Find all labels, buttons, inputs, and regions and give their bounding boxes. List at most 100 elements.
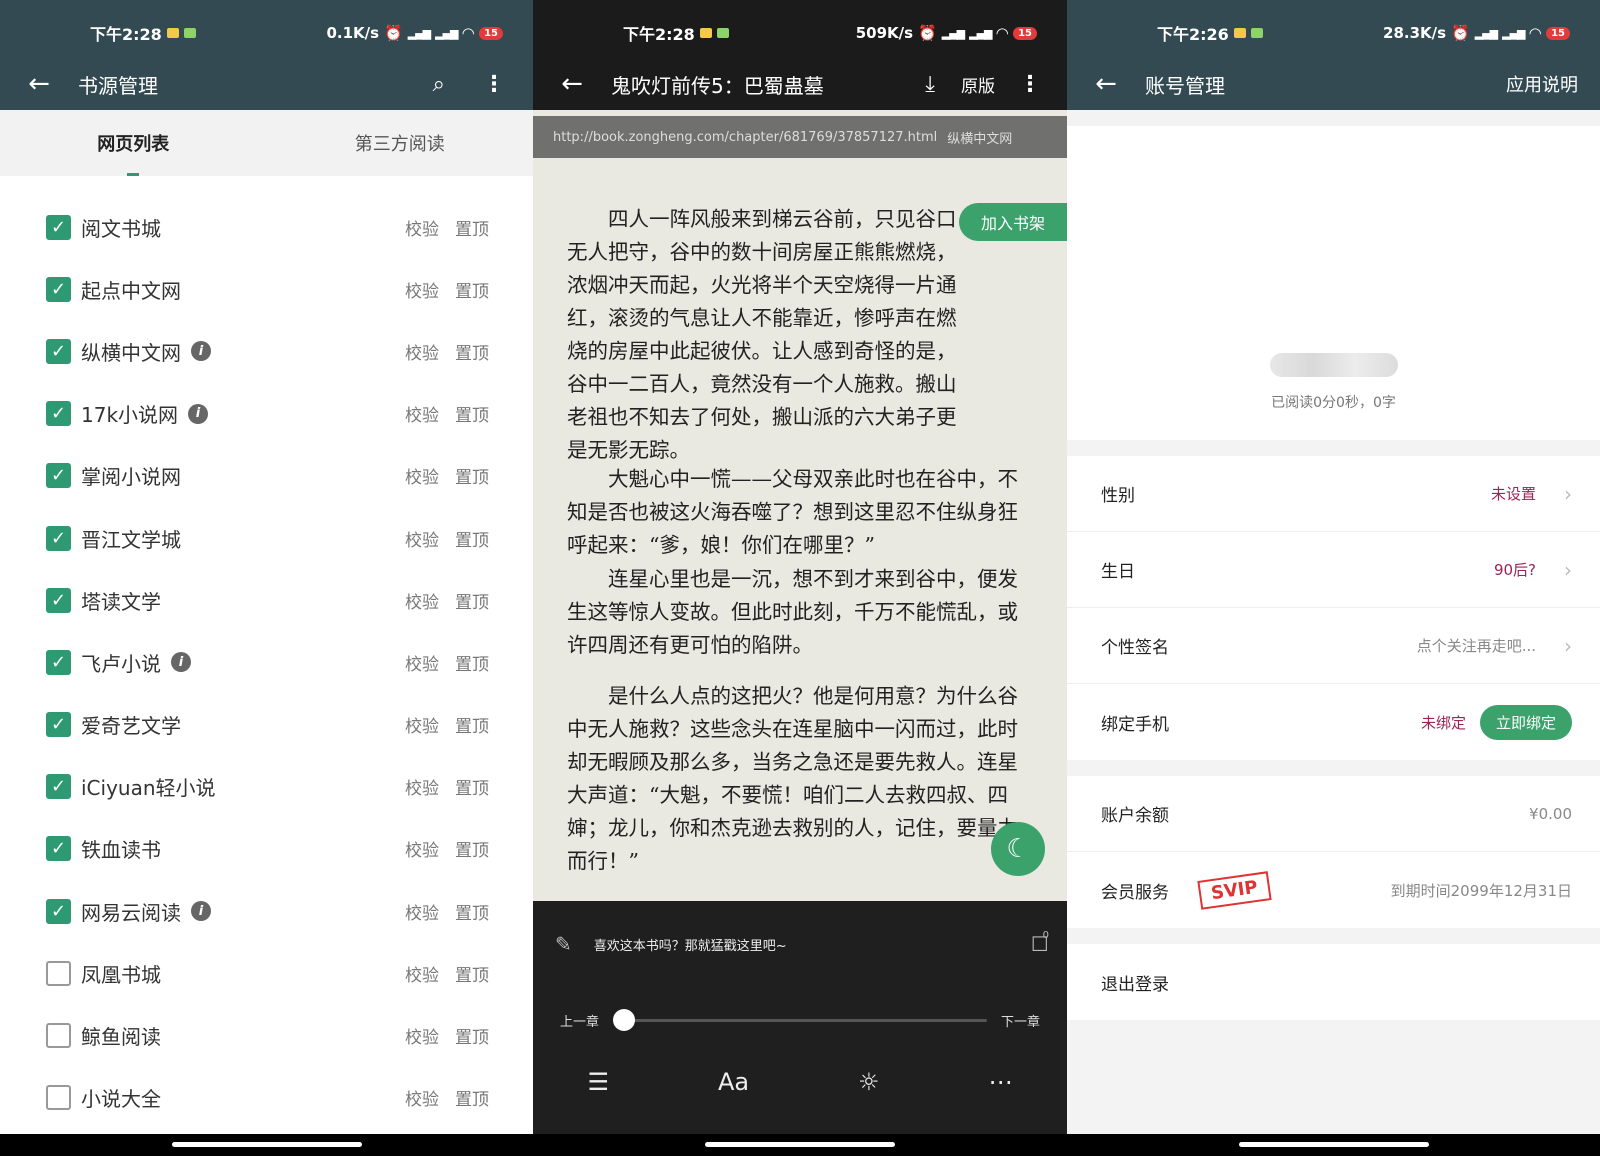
chapter-url[interactable]: http://book.zongheng.com/chapter/681769/… [553,130,937,145]
pin-button[interactable]: 置顶 [455,588,489,613]
birthday-row[interactable]: 生日 90后? › [1067,532,1600,608]
pin-button[interactable]: 置顶 [455,836,489,861]
bind-phone-button[interactable]: 立即绑定 [1479,704,1572,740]
source-actions: 校验 置顶 [405,277,489,302]
gender-row[interactable]: 性别 未设置 › [1067,456,1600,532]
home-indicator[interactable] [171,1142,362,1147]
source-row[interactable]: 凤凰书城 校验 置顶 [0,942,533,1004]
source-row[interactable]: ✓ 17k小说网 i 校验 置顶 [0,383,533,445]
source-row[interactable]: ✓ 纵横中文网 i 校验 置顶 [0,320,533,382]
checkbox-checked-icon[interactable]: ✓ [46,338,71,364]
info-icon[interactable]: i [171,652,191,673]
verify-button[interactable]: 校验 [405,401,439,426]
source-row[interactable]: ✓ 爱奇艺文学 校验 置顶 [0,694,533,756]
gesture-bar [0,1134,533,1156]
progress-slider[interactable] [613,1008,987,1031]
font-settings-button[interactable]: Aa [718,1068,749,1096]
prev-chapter-button[interactable]: 上一章 [560,1011,599,1030]
checkbox-checked-icon[interactable]: ✓ [46,898,71,924]
source-row[interactable]: ✓ 阅文书城 校验 置顶 [0,196,533,258]
verify-button[interactable]: 校验 [405,899,439,924]
checkbox-checked-icon[interactable]: ✓ [46,276,71,302]
verify-button[interactable]: 校验 [405,712,439,737]
catalog-icon[interactable]: ☰ [587,1068,609,1096]
slider-knob[interactable] [613,1008,636,1031]
verify-button[interactable]: 校验 [405,774,439,799]
pin-button[interactable]: 置顶 [455,774,489,799]
logout-button[interactable]: 退出登录 [1067,944,1600,1020]
brightness-icon[interactable]: ☼ [858,1068,880,1096]
info-icon[interactable]: i [191,901,211,922]
checkbox-checked-icon[interactable]: ✓ [46,525,71,551]
source-row[interactable]: ✓ 起点中文网 校验 置顶 [0,258,533,320]
checkbox-checked-icon[interactable]: ✓ [46,401,71,427]
verify-button[interactable]: 校验 [405,1085,439,1110]
tab-third-party[interactable]: 第三方阅读 [267,110,534,176]
verify-button[interactable]: 校验 [405,836,439,861]
more-vert-icon[interactable]: ⋮ [483,72,505,97]
back-arrow-icon[interactable]: ← [1089,67,1123,101]
pin-button[interactable]: 置顶 [455,899,489,924]
pin-button[interactable]: 置顶 [455,463,489,488]
verify-button[interactable]: 校验 [405,277,439,302]
pin-button[interactable]: 置顶 [455,526,489,551]
next-chapter-button[interactable]: 下一章 [1001,1011,1040,1030]
checkbox-unchecked-icon[interactable] [46,1023,71,1049]
more-horiz-icon[interactable]: ⋯ [988,1068,1012,1096]
verify-button[interactable]: 校验 [405,961,439,986]
pin-button[interactable]: 置顶 [455,1085,489,1110]
source-row[interactable]: ✓ 塔读文学 校验 置顶 [0,569,533,631]
pin-button[interactable]: 置顶 [455,339,489,364]
home-indicator[interactable] [705,1142,895,1147]
source-row[interactable]: ✓ 晋江文学城 校验 置顶 [0,507,533,569]
info-icon[interactable]: i [191,341,211,362]
verify-button[interactable]: 校验 [405,588,439,613]
source-row[interactable]: ✓ 飞卢小说 i 校验 置顶 [0,631,533,693]
pin-button[interactable]: 置顶 [455,277,489,302]
checkbox-checked-icon[interactable]: ✓ [46,774,71,800]
source-row[interactable]: 小说大全 校验 置顶 [0,1067,533,1129]
pin-button[interactable]: 置顶 [455,961,489,986]
help-link[interactable]: 应用说明 [1506,71,1578,97]
pin-button[interactable]: 置顶 [455,650,489,675]
home-indicator[interactable] [1238,1142,1429,1147]
back-arrow-icon[interactable]: ← [22,67,56,101]
pin-button[interactable]: 置顶 [455,401,489,426]
verify-button[interactable]: 校验 [405,215,439,240]
reader-appbar: 下午2:28 509K/s ⏰ ▂▄▆ ▂▄▆ ◠ 15 ← 鬼吹灯前传5：巴蜀… [533,0,1067,110]
verify-button[interactable]: 校验 [405,463,439,488]
source-row[interactable]: 鲸鱼阅读 校验 置顶 [0,1004,533,1066]
info-icon[interactable]: i [188,403,209,424]
signature-row[interactable]: 个性签名 点个关注再走吧... › [1067,608,1600,684]
source-row[interactable]: ✓ 铁血读书 校验 置顶 [0,818,533,880]
back-arrow-icon[interactable]: ← [555,67,589,101]
add-to-shelf-button[interactable]: 加入书架 [959,203,1067,241]
verify-button[interactable]: 校验 [405,339,439,364]
source-row[interactable]: ✓ 掌阅小说网 校验 置顶 [0,445,533,507]
verify-button[interactable]: 校验 [405,650,439,675]
more-vert-icon[interactable]: ⋮ [1019,72,1041,97]
source-row[interactable]: ✓ iCiyuan轻小说 校验 置顶 [0,756,533,818]
checkbox-checked-icon[interactable]: ✓ [46,836,71,862]
checkbox-checked-icon[interactable]: ✓ [46,214,71,240]
checkbox-checked-icon[interactable]: ✓ [46,712,71,738]
pin-button[interactable]: 置顶 [455,712,489,737]
checkbox-checked-icon[interactable]: ✓ [46,463,71,489]
source-row[interactable]: ✓ 网易云阅读 i 校验 置顶 [0,880,533,942]
original-button[interactable]: 原版 [961,72,995,97]
verify-button[interactable]: 校验 [405,1023,439,1048]
comment-bar[interactable]: ✎ 喜欢这本书吗？那就猛戳这里吧~ ☐ 0 [555,924,1049,964]
checkbox-unchecked-icon[interactable] [46,1085,71,1111]
tab-web-list[interactable]: 网页列表 [0,110,267,176]
pin-button[interactable]: 置顶 [455,215,489,240]
verify-button[interactable]: 校验 [405,526,439,551]
checkbox-unchecked-icon[interactable] [46,960,71,986]
row-value: 点个关注再走吧... › [1417,634,1572,658]
pin-button[interactable]: 置顶 [455,1023,489,1048]
checkbox-checked-icon[interactable]: ✓ [46,587,71,613]
night-mode-icon[interactable]: ☾ [991,822,1045,876]
vip-row[interactable]: 会员服务 SVIP 到期时间2099年12月31日 [1067,852,1600,928]
download-icon[interactable]: ⤓ [925,72,935,97]
search-icon[interactable]: ⌕ [433,72,445,97]
checkbox-checked-icon[interactable]: ✓ [46,649,71,675]
